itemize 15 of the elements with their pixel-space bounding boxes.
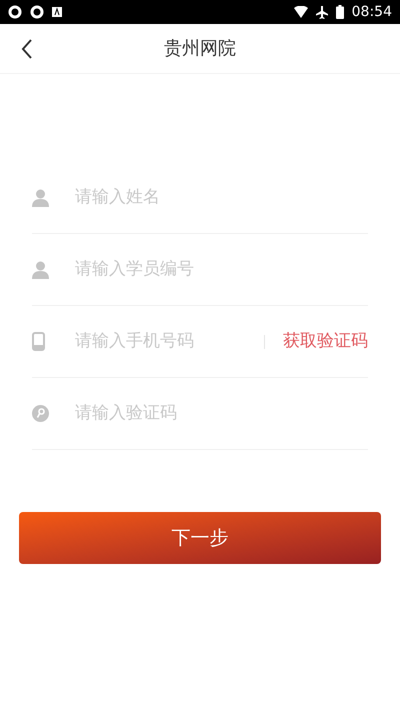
wifi-icon	[294, 6, 308, 18]
sync-icon	[30, 5, 44, 19]
key-icon	[32, 405, 49, 422]
person-icon	[32, 260, 49, 278]
clock: 08:54	[352, 2, 392, 22]
get-code-button[interactable]: 获取验证码	[283, 328, 368, 354]
page-title: 贵州网院	[164, 37, 236, 61]
person-icon	[32, 188, 49, 206]
next-button[interactable]: 下一步	[19, 512, 381, 564]
phone-icon	[32, 332, 45, 351]
battery-icon	[336, 5, 344, 19]
back-icon	[21, 39, 33, 59]
sync-icon	[8, 5, 22, 19]
app-icon	[52, 7, 62, 17]
airplane-icon	[316, 6, 328, 18]
